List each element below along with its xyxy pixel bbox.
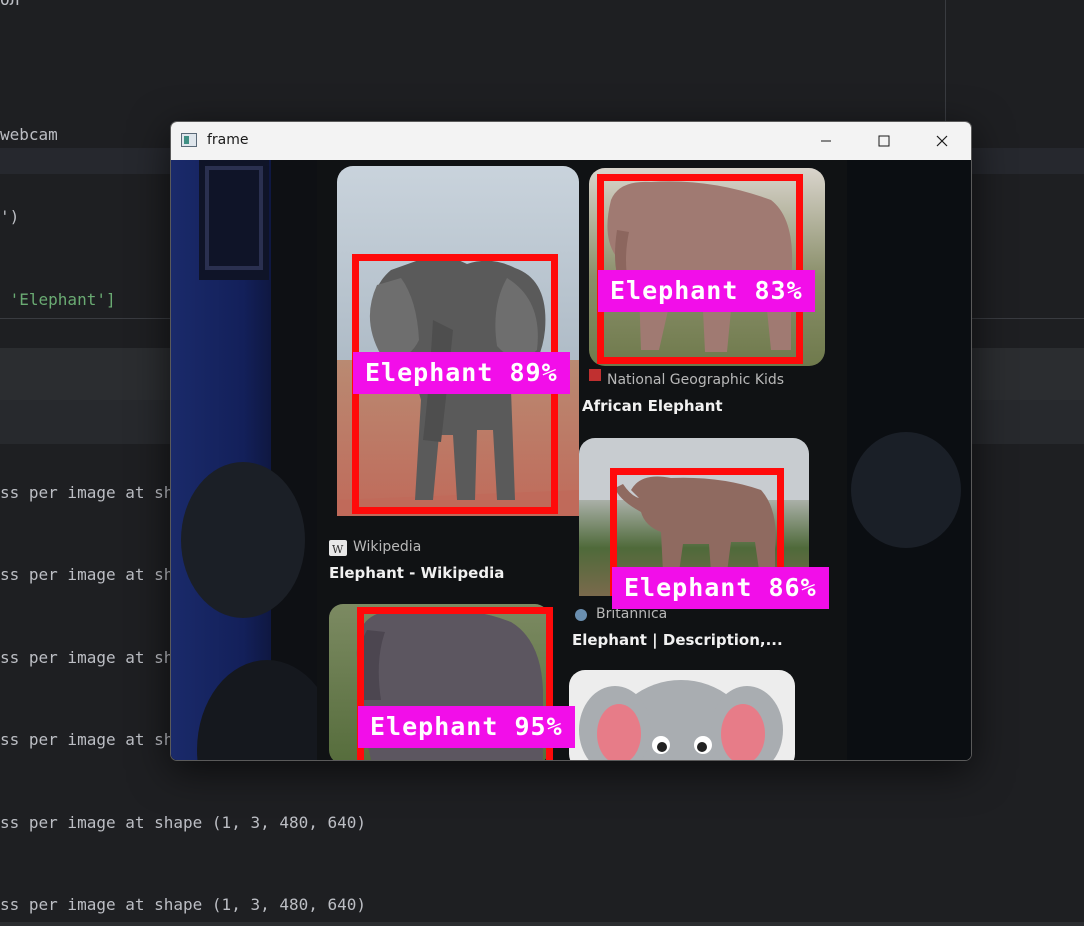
- caption-title: Elephant | Description,...: [572, 631, 783, 649]
- console-line: ss per image at sh: [0, 483, 174, 502]
- code-string: 'Elephant']: [0, 290, 116, 309]
- caption-title: African Elephant: [582, 397, 723, 415]
- camera-scene: W: [171, 160, 971, 760]
- caption-source: Wikipedia: [353, 539, 422, 555]
- window-titlebar[interactable]: frame: [171, 122, 971, 160]
- caption-source: National Geographic Kids: [607, 372, 785, 388]
- svg-text:W: W: [332, 543, 344, 556]
- minimize-button[interactable]: [797, 122, 855, 160]
- code-line: 'Elephant']: [0, 290, 116, 310]
- detection-box: [597, 174, 803, 364]
- app-window-icon: [181, 133, 197, 147]
- console-line: ss per image at sh: [0, 730, 174, 749]
- console-line: ss per image at sh: [0, 565, 174, 584]
- status-strip: [0, 922, 1084, 926]
- close-button[interactable]: [913, 122, 971, 160]
- close-icon: [936, 135, 948, 147]
- webcam-frame: W National Geographic Kids African Eleph…: [171, 160, 971, 760]
- detection-label: Elephant 95%: [358, 706, 575, 748]
- detection-label: Elephant 83%: [598, 270, 815, 312]
- console-line: ss per image at shape (1, 3, 480, 640): [0, 895, 367, 914]
- window-title: frame: [207, 132, 249, 148]
- console-line: ss per image at sh: [0, 648, 174, 667]
- detection-label: Elephant 89%: [353, 352, 570, 394]
- console-line: ss per image at shape (1, 3, 480, 640): [0, 813, 367, 832]
- maximize-icon: [878, 135, 890, 147]
- code-line: '): [0, 207, 20, 226]
- maximize-button[interactable]: [855, 122, 913, 160]
- code-line: webcam: [0, 125, 58, 144]
- frame-window[interactable]: frame W National Geographic Kids African…: [170, 121, 972, 761]
- caption-title: Elephant - Wikipedia: [329, 564, 505, 582]
- code-line: ОЛ: [0, 0, 19, 10]
- detection-label: Elephant 86%: [612, 567, 829, 609]
- minimize-icon: [821, 140, 831, 142]
